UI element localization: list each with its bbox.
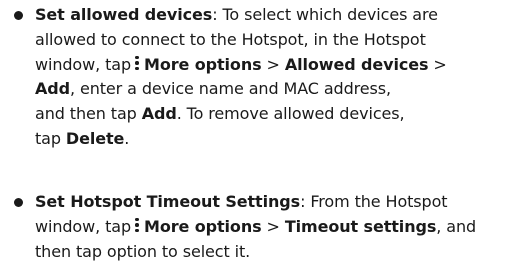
bullet-text: Set Hotspot Timeout Settings: From the H… — [35, 190, 525, 264]
text-line: then tap option to select it. — [35, 240, 525, 265]
allowed-devices-label: Allowed devices — [284, 54, 429, 74]
timeout-settings-label: Timeout settings — [284, 216, 437, 236]
more-options-label: More options — [144, 216, 262, 236]
text-line: tap Delete. — [35, 127, 525, 152]
text-span: . — [124, 128, 130, 148]
document-page: Set allowed devices: To select which dev… — [0, 0, 530, 277]
add-label: Add — [35, 79, 70, 99]
text-line: Add, enter a device name and MAC address… — [35, 77, 525, 102]
text-span: , and — [436, 216, 477, 236]
item-title: Set allowed devices — [35, 5, 213, 24]
separator: > — [261, 216, 285, 236]
bullet-dot — [14, 11, 23, 20]
text-line: Set Hotspot Timeout Settings: From the H… — [35, 190, 525, 215]
item-title: Set Hotspot Timeout Settings — [35, 192, 301, 211]
add-label: Add — [141, 104, 177, 124]
text-line: Set allowed devices: To select which dev… — [35, 3, 525, 28]
text-line: and then tap Add. To remove allowed devi… — [35, 102, 525, 127]
text-span: window, tap — [35, 54, 132, 74]
separator: > — [428, 54, 447, 74]
text-line: allowed to connect to the Hotspot, in th… — [35, 28, 525, 53]
text-span: then tap option to select it. — [35, 241, 251, 261]
bullet-dot — [14, 198, 23, 207]
text-line: window, tap More options > Timeout settin… — [35, 215, 525, 240]
item-intro: To select which devices are — [217, 5, 438, 24]
text-span: tap — [35, 128, 66, 148]
bullet-text: Set allowed devices: To select which dev… — [35, 3, 525, 152]
more-options-label: More options — [144, 54, 262, 74]
more-options-icon — [135, 217, 139, 233]
item-intro: From the Hotspot — [305, 192, 448, 211]
separator: > — [261, 54, 285, 74]
text-span: , enter a device name and MAC address, — [70, 79, 391, 99]
delete-label: Delete — [65, 128, 125, 148]
text-span: and then tap — [35, 104, 142, 124]
text-span: allowed to connect to the Hotspot, in th… — [35, 29, 426, 49]
text-span: . To remove allowed devices, — [176, 104, 405, 124]
text-line: window, tap More options > Allowed device… — [35, 53, 525, 78]
text-span: window, tap — [35, 216, 132, 236]
more-options-icon — [135, 55, 139, 71]
